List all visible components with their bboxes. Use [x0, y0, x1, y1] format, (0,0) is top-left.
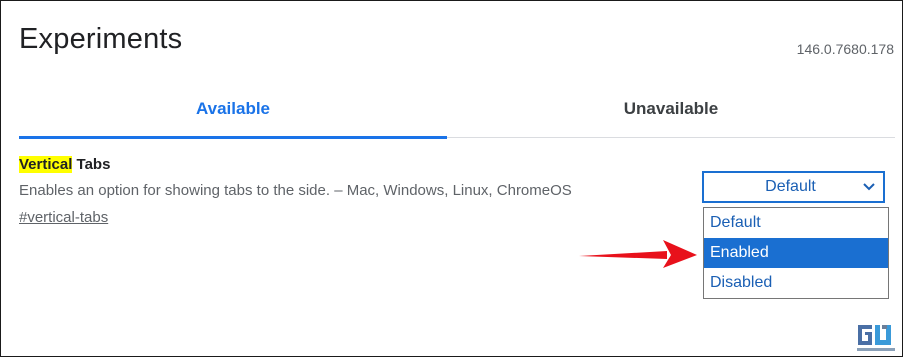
experiment-title-rest: Tabs — [72, 156, 111, 173]
tab-bar: Available Unavailable — [19, 81, 895, 139]
chevron-down-icon — [863, 183, 875, 191]
tab-unavailable-label: Unavailable — [623, 99, 719, 118]
tab-available-label: Available — [195, 99, 271, 118]
tab-available[interactable]: Available — [19, 81, 447, 139]
experiment-description: Enables an option for showing tabs to th… — [19, 182, 572, 199]
search-highlight: Vertical — [19, 156, 73, 173]
option-default[interactable]: Default — [704, 208, 888, 238]
page-title: Experiments — [19, 23, 183, 55]
experiment-anchor-link[interactable]: #vertical-tabs — [19, 209, 108, 226]
experiment-state-select[interactable]: Default — [702, 171, 885, 203]
option-disabled[interactable]: Disabled — [704, 268, 888, 298]
red-arrow-icon — [579, 240, 697, 268]
tab-unavailable[interactable]: Unavailable — [447, 81, 895, 137]
active-tab-indicator — [19, 136, 447, 139]
option-enabled[interactable]: Enabled — [704, 238, 888, 268]
experiments-page: Experiments 146.0.7680.178 Available Una… — [0, 0, 903, 357]
select-current-value: Default — [765, 178, 816, 195]
gadgets-to-use-logo-icon — [854, 319, 898, 355]
experiment-title: Vertical Tabs — [19, 156, 110, 173]
select-dropdown-list: Default Enabled Disabled — [703, 207, 889, 299]
version-label: 146.0.7680.178 — [796, 41, 894, 57]
